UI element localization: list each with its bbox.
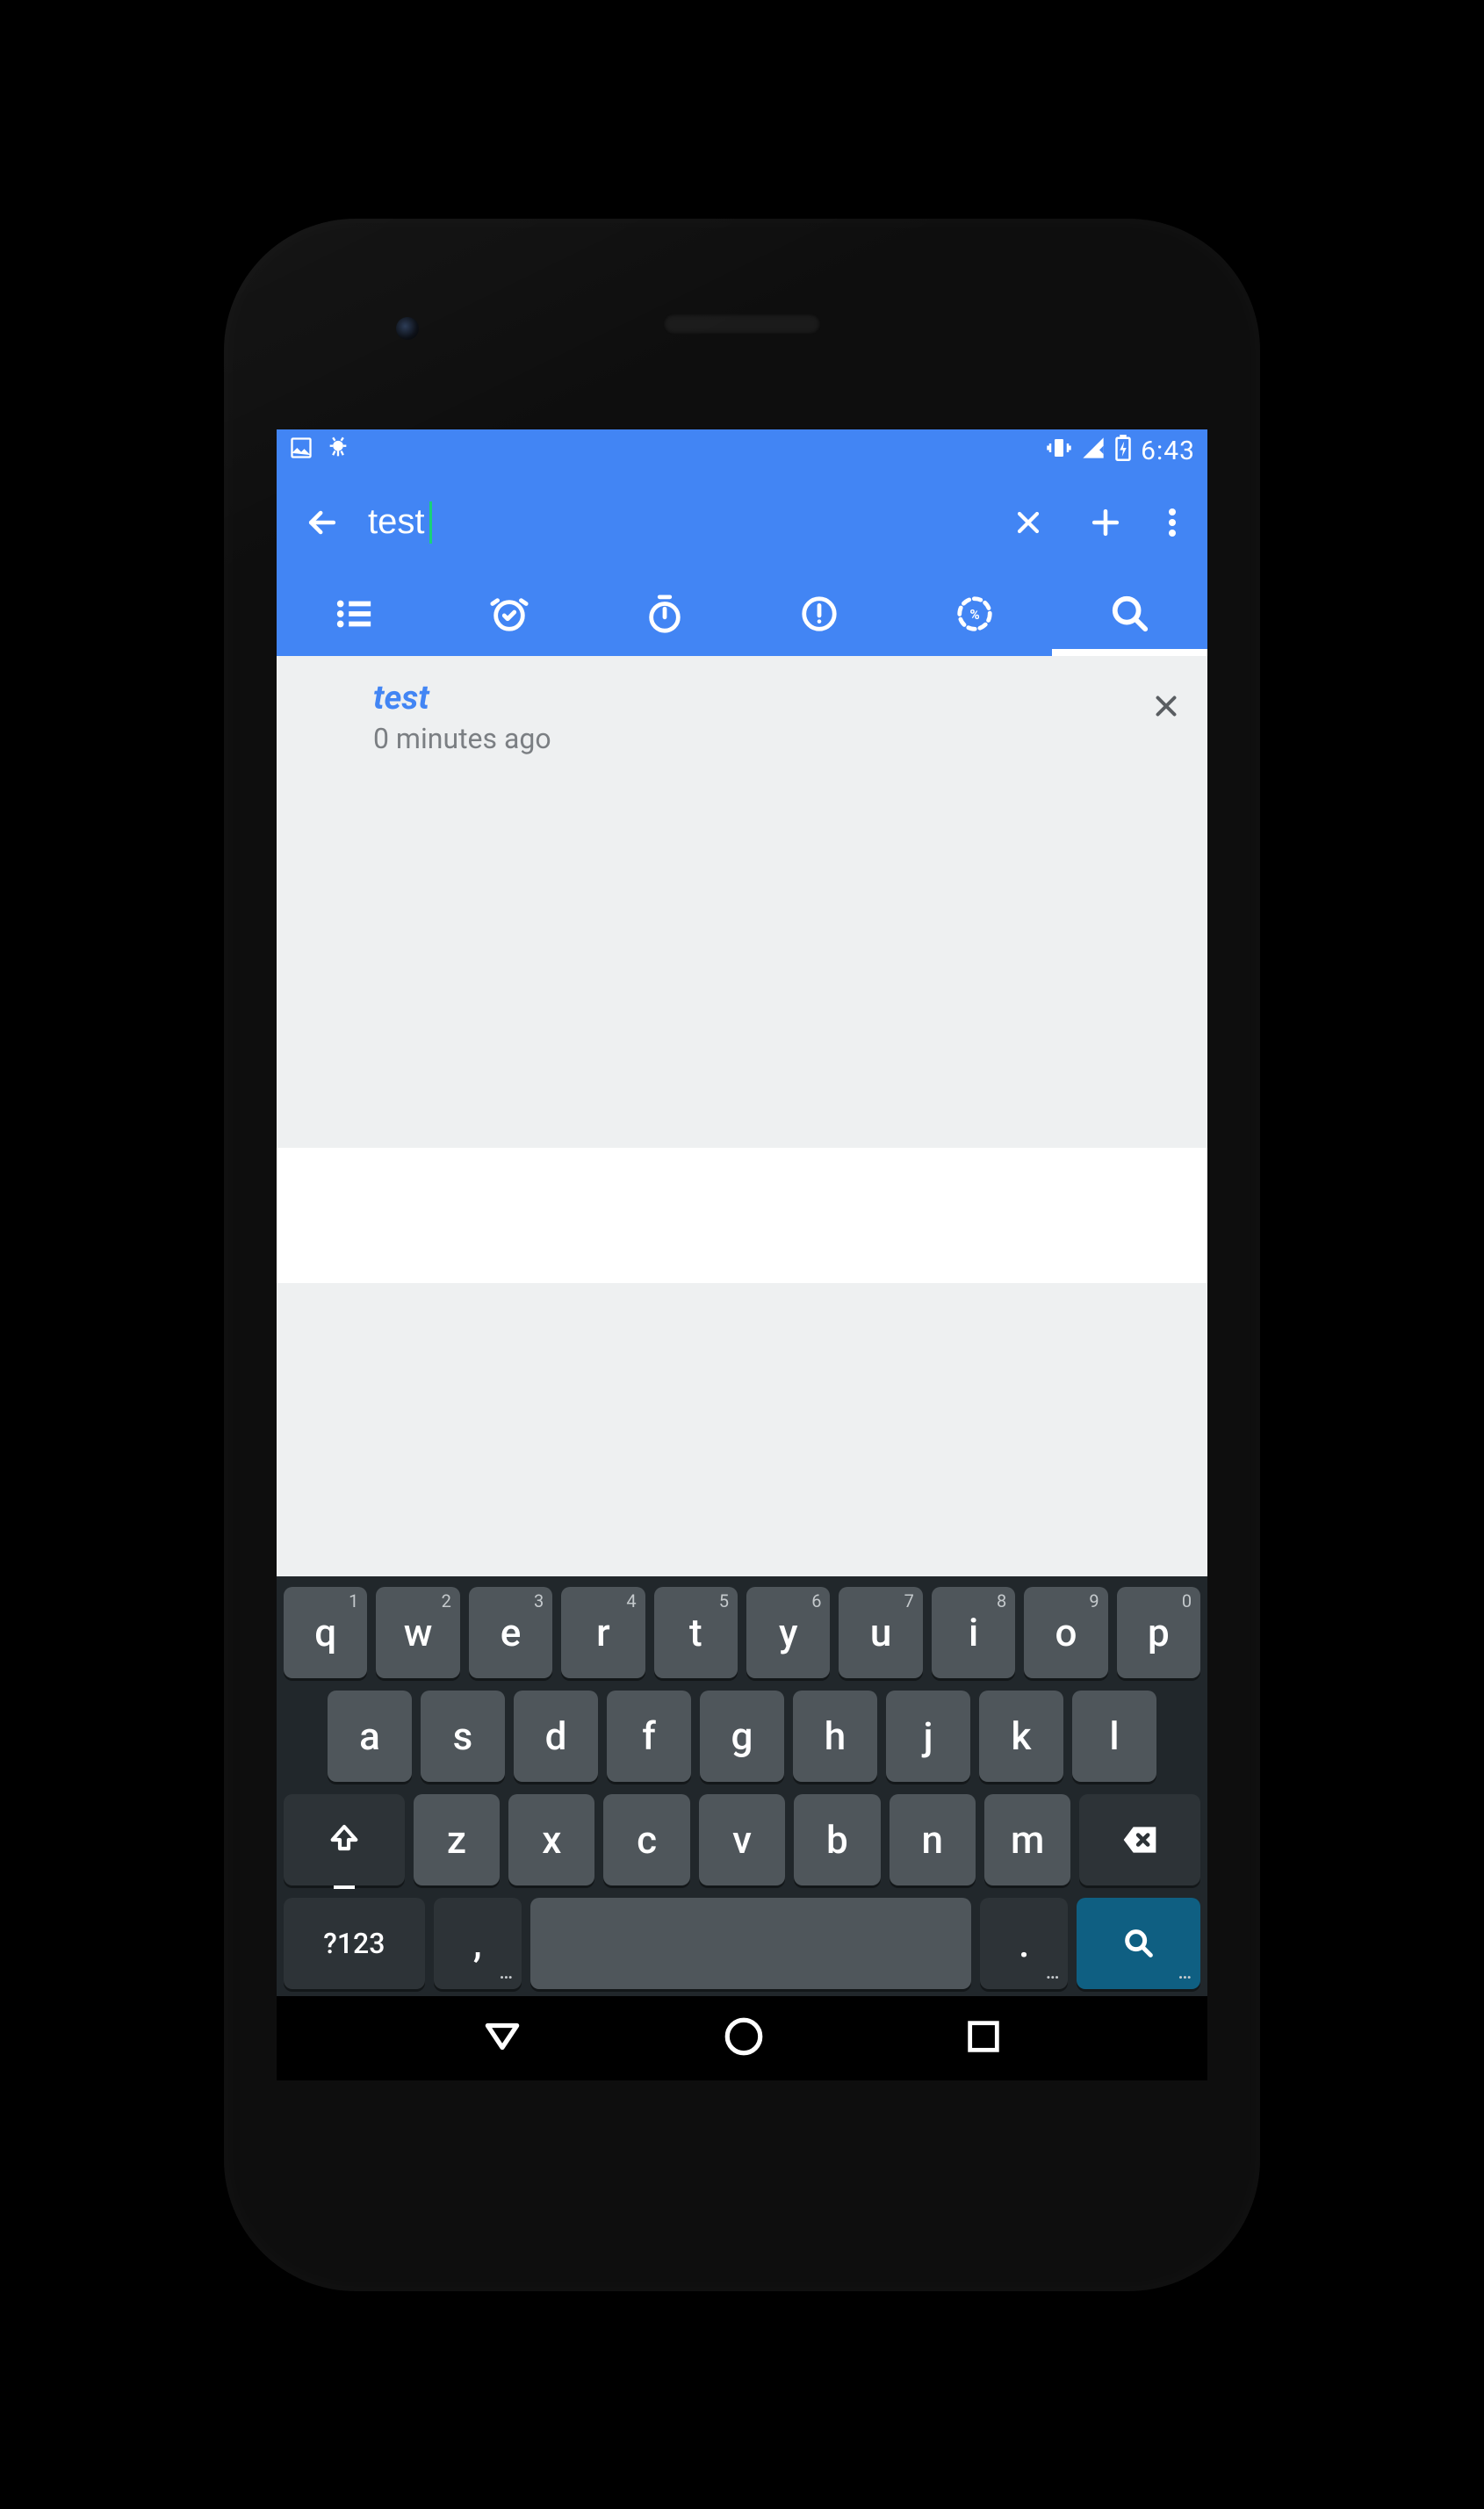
space-key[interactable] — [530, 1898, 971, 1989]
key-u[interactable]: u — [839, 1587, 922, 1678]
tab-alarm[interactable] — [432, 572, 587, 656]
key-l[interactable]: l — [1072, 1691, 1156, 1782]
svg-text:%: % — [969, 606, 979, 622]
key-f[interactable]: f — [607, 1691, 691, 1782]
front-camera — [396, 317, 419, 340]
symbols-key[interactable]: ?123 — [284, 1898, 425, 1989]
tab-progress[interactable]: % — [897, 572, 1053, 656]
android-navbar — [277, 1996, 1207, 2080]
key-y[interactable]: y — [746, 1587, 830, 1678]
overflow-menu-button[interactable] — [1148, 487, 1197, 558]
clear-button[interactable] — [993, 487, 1063, 558]
tab-search[interactable] — [1052, 572, 1207, 656]
tab-bar: % — [277, 572, 1207, 656]
nav-back-button[interactable] — [480, 2015, 524, 2062]
key-d[interactable]: d — [514, 1691, 598, 1782]
shift-key[interactable] — [284, 1794, 405, 1885]
add-button[interactable] — [1070, 487, 1141, 558]
result-subtitle: 0 minutes ago — [373, 722, 551, 755]
tab-list[interactable] — [277, 572, 432, 656]
results-area: test 0 minutes ago — [277, 656, 1207, 1576]
key-p[interactable]: p — [1117, 1587, 1200, 1678]
soft-keyboard: qwertyuiop asdfghjkl zxcvbnm ?123 , … . … — [277, 1576, 1207, 1996]
cell-signal-icon — [1081, 436, 1106, 466]
back-button[interactable] — [287, 487, 357, 558]
comma-label: , — [473, 1921, 482, 1966]
result-title: test — [373, 681, 551, 717]
app-bar — [277, 473, 1207, 572]
key-m[interactable]: m — [984, 1794, 1070, 1885]
search-input[interactable] — [364, 497, 986, 547]
key-backspace[interactable] — [1079, 1794, 1200, 1885]
nav-recents-button[interactable] — [963, 2016, 1004, 2060]
dismiss-result-button[interactable] — [1149, 689, 1183, 726]
comma-key[interactable]: , … — [434, 1898, 522, 1989]
screen: 6:43 — [277, 429, 1207, 2080]
search-result-item[interactable]: test 0 minutes ago — [277, 674, 1207, 763]
key-w[interactable]: w — [376, 1587, 459, 1678]
period-label: . — [1019, 1921, 1029, 1966]
period-key[interactable]: . … — [980, 1898, 1068, 1989]
key-i[interactable]: i — [932, 1587, 1015, 1678]
key-k[interactable]: k — [979, 1691, 1063, 1782]
key-t[interactable]: t — [654, 1587, 738, 1678]
debug-icon — [326, 436, 350, 466]
key-n[interactable]: n — [890, 1794, 976, 1885]
key-a[interactable]: a — [328, 1691, 412, 1782]
key-z[interactable]: z — [414, 1794, 500, 1885]
key-e[interactable]: e — [469, 1587, 552, 1678]
key-s[interactable]: s — [421, 1691, 505, 1782]
key-o[interactable]: o — [1024, 1587, 1107, 1678]
key-h[interactable]: h — [793, 1691, 877, 1782]
status-bar: 6:43 — [277, 429, 1207, 473]
image-icon — [289, 436, 313, 466]
key-q[interactable]: q — [284, 1587, 367, 1678]
search-enter-key[interactable]: … — [1077, 1898, 1200, 1989]
battery-charging-icon — [1114, 435, 1132, 467]
vibrate-icon — [1046, 435, 1072, 467]
content-whitespace — [277, 1148, 1207, 1283]
tab-priority[interactable] — [742, 572, 897, 656]
key-g[interactable]: g — [700, 1691, 784, 1782]
key-c[interactable]: c — [603, 1794, 689, 1885]
key-b[interactable]: b — [794, 1794, 880, 1885]
tab-stopwatch[interactable] — [587, 572, 742, 656]
key-j[interactable]: j — [886, 1691, 970, 1782]
earpiece-speaker — [663, 314, 821, 335]
key-v[interactable]: v — [699, 1794, 785, 1885]
device-frame: 6:43 — [224, 219, 1260, 2291]
key-r[interactable]: r — [561, 1587, 645, 1678]
nav-home-button[interactable] — [722, 2015, 766, 2062]
key-x[interactable]: x — [508, 1794, 594, 1885]
clock-text: 6:43 — [1141, 436, 1195, 466]
